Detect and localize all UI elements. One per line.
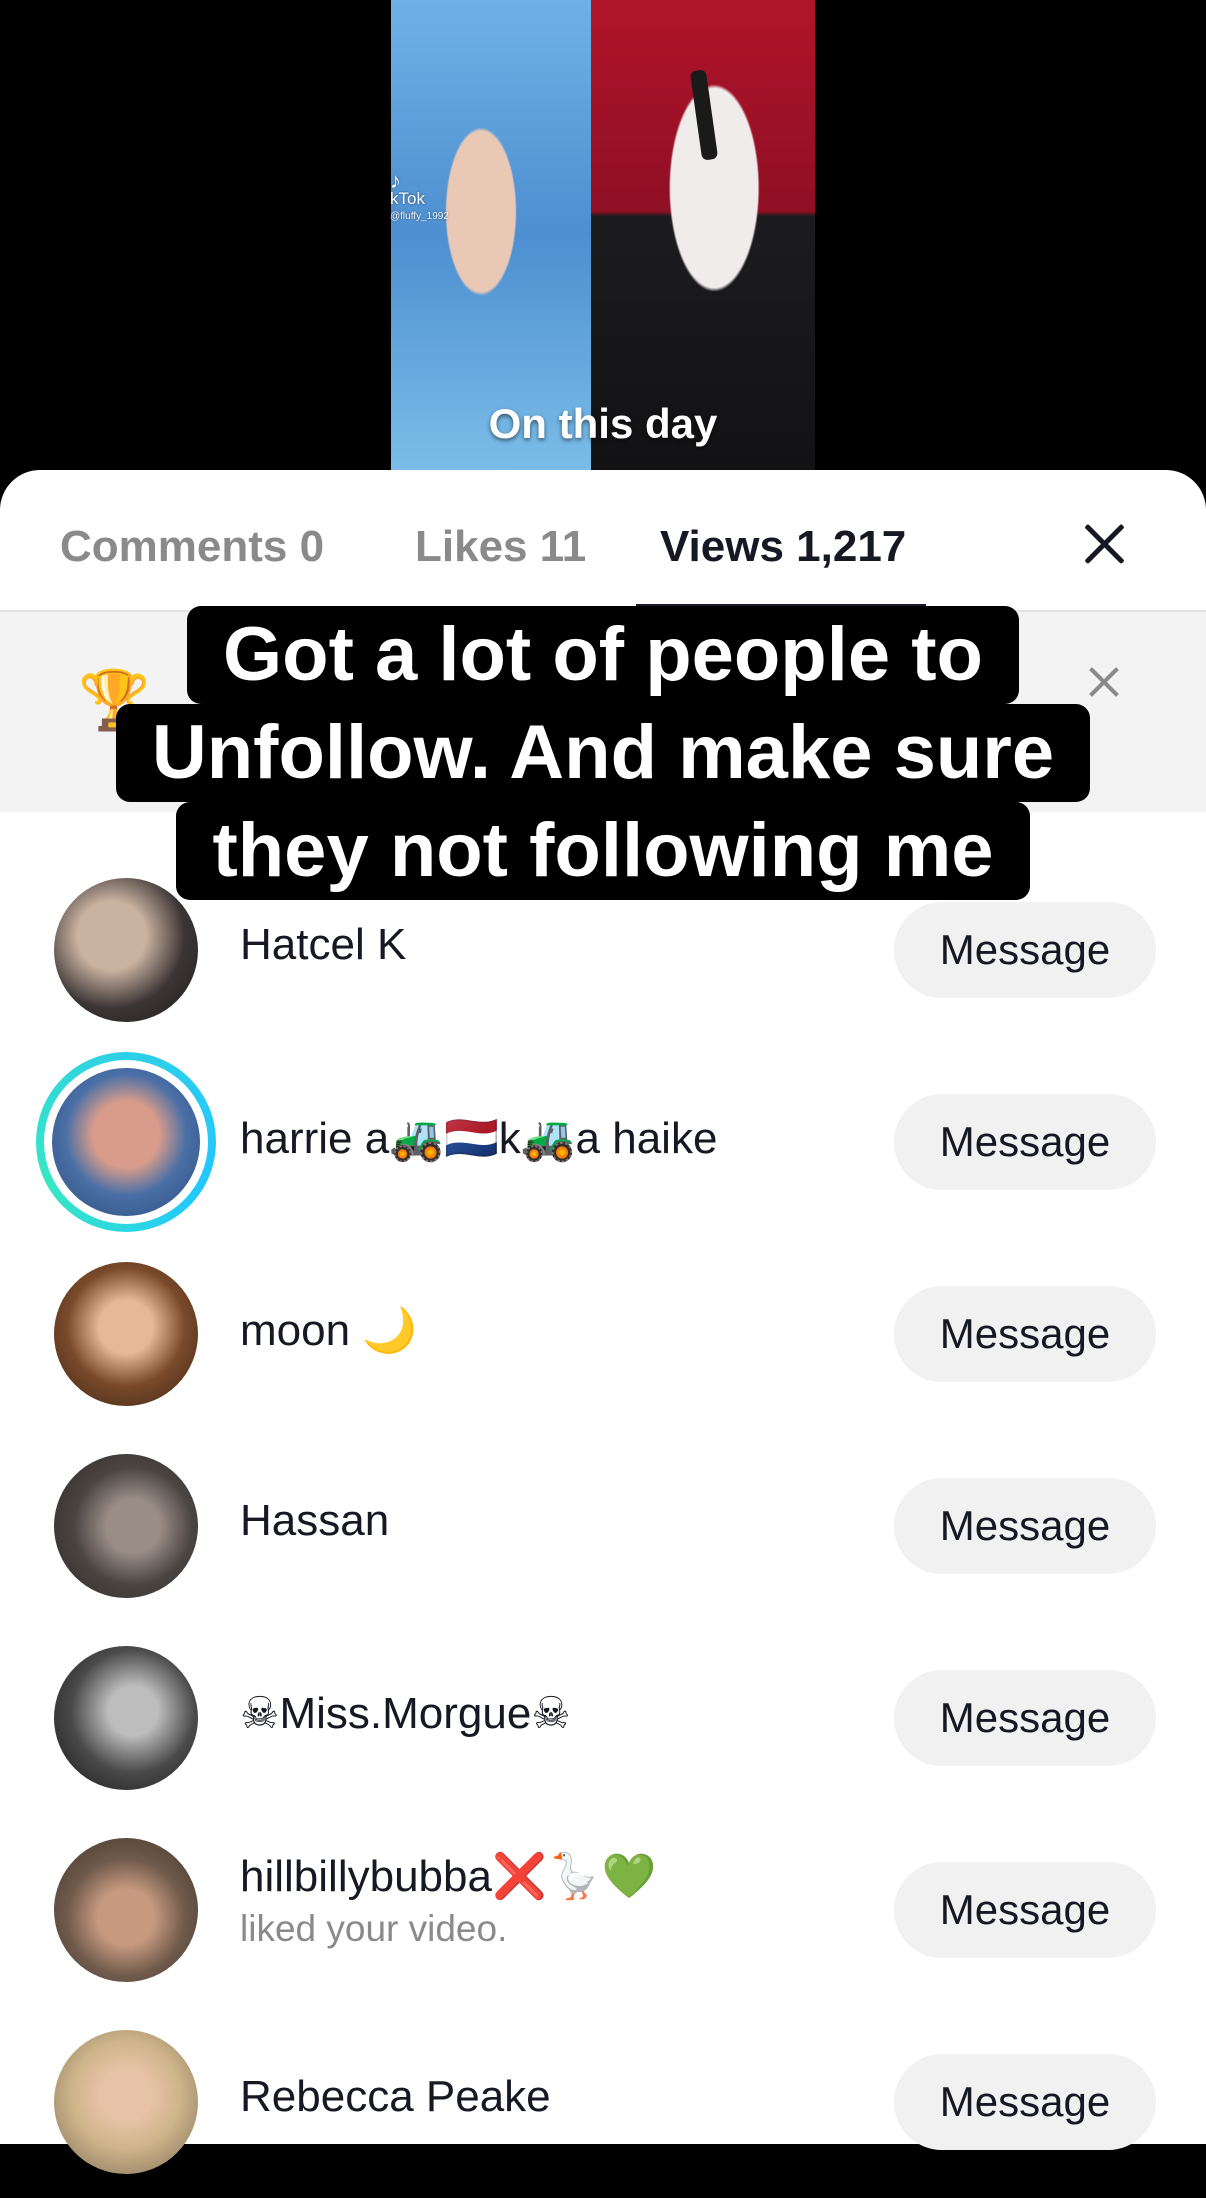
overlay-caption-text: Unfollow. And make sure <box>115 704 1091 802</box>
tab-bar: Comments 0 Likes 11 Views 1,217 <box>0 470 1206 612</box>
user-name: hillbillybubba❌🪿💚 <box>240 1852 657 1901</box>
list-item[interactable]: hillbillybubba❌🪿💚 liked your video. Mess… <box>0 1814 1206 2006</box>
user-name: harrie a🚜🇳🇱k🚜a haike <box>240 1114 718 1163</box>
message-button[interactable]: Message <box>894 1862 1156 1958</box>
overlay-caption-text: Got a lot of people to <box>187 606 1019 704</box>
activity-text: liked your video. <box>240 1908 508 1949</box>
list-item[interactable]: harrie a🚜🇳🇱k🚜a haike Message <box>0 1046 1206 1238</box>
watermark-brand: kTok <box>390 189 425 208</box>
overlay-caption-line: they not following me <box>0 802 1206 900</box>
list-item[interactable]: Rebecca Peake Message <box>0 2006 1206 2198</box>
avatar[interactable] <box>54 1454 198 1598</box>
user-name: ☠Miss.Morgue☠ <box>240 1689 571 1738</box>
message-button[interactable]: Message <box>894 2054 1156 2150</box>
avatar <box>52 1068 200 1216</box>
message-button[interactable]: Message <box>894 1478 1156 1574</box>
avatar-with-story-ring[interactable] <box>36 1052 216 1232</box>
message-button[interactable]: Message <box>894 1286 1156 1382</box>
message-button[interactable]: Message <box>894 902 1156 998</box>
user-name: Hassan <box>240 1496 390 1545</box>
watermark-handle: @fluffy_1992 <box>390 211 449 222</box>
user-name: Rebecca Peake <box>240 2072 551 2121</box>
video-player[interactable]: ♪ kTok @fluffy_1992 On this day <box>0 0 1206 520</box>
tab-views[interactable]: Views 1,217 <box>660 522 906 572</box>
avatar-ring-gap <box>44 1060 208 1224</box>
close-icon[interactable] <box>1078 518 1130 570</box>
tab-likes[interactable]: Likes 11 <box>415 522 586 572</box>
tiktok-logo-icon: ♪ <box>390 168 401 193</box>
avatar[interactable] <box>54 1262 198 1406</box>
avatar[interactable] <box>54 1646 198 1790</box>
avatar[interactable] <box>54 2030 198 2174</box>
message-button[interactable]: Message <box>894 1094 1156 1190</box>
tab-comments[interactable]: Comments 0 <box>60 522 324 572</box>
video-caption: On this day <box>488 400 718 447</box>
user-name: moon 🌙 <box>240 1306 418 1355</box>
list-item[interactable]: ☠Miss.Morgue☠ Message <box>0 1622 1206 1814</box>
user-name: Hatcel K <box>240 920 407 969</box>
avatar[interactable] <box>54 1838 198 1982</box>
overlay-caption-line: Got a lot of people to <box>0 606 1206 704</box>
list-item[interactable]: Hassan Message <box>0 1430 1206 1622</box>
list-item[interactable]: moon 🌙 Message <box>0 1238 1206 1430</box>
overlay-caption-line: Unfollow. And make sure <box>0 704 1206 802</box>
message-button[interactable]: Message <box>894 1670 1156 1766</box>
overlay-caption-text: they not following me <box>176 802 1030 900</box>
tiktok-watermark: ♪ kTok @fluffy_1992 <box>390 168 449 226</box>
overlay-caption: Got a lot of people to Unfollow. And mak… <box>0 606 1206 900</box>
